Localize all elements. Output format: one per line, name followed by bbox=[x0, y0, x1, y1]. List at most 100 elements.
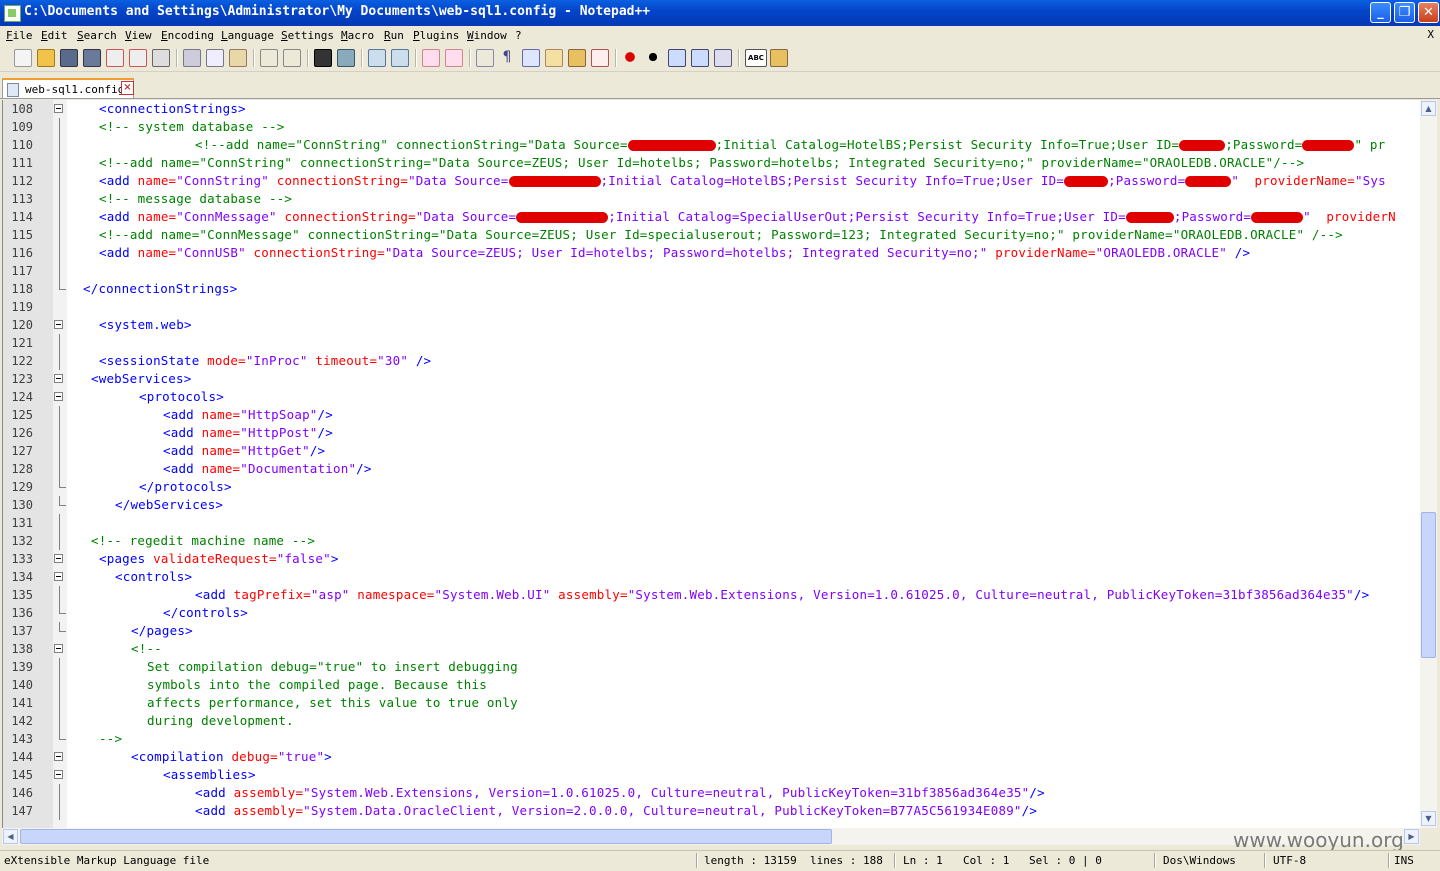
menu-language[interactable]: Language bbox=[221, 29, 274, 42]
run-macro-multiple-icon[interactable] bbox=[691, 49, 709, 67]
close-button[interactable]: ✕ bbox=[1418, 2, 1439, 23]
status-separator bbox=[894, 853, 896, 868]
status-eol-format[interactable]: Dos\Windows bbox=[1163, 854, 1236, 867]
code-line: 121 bbox=[3, 334, 1421, 352]
fold-toggle-icon[interactable] bbox=[54, 320, 63, 329]
word-wrap-icon[interactable] bbox=[476, 49, 494, 67]
document-map-icon[interactable] bbox=[568, 49, 586, 67]
fold-toggle-icon[interactable] bbox=[54, 104, 63, 113]
status-insert-mode[interactable]: INS bbox=[1394, 854, 1414, 867]
horizontal-scroll-thumb[interactable] bbox=[20, 829, 832, 844]
line-number: 110 bbox=[11, 138, 33, 152]
menu-window[interactable]: Window bbox=[467, 29, 507, 42]
indent-guide-icon[interactable] bbox=[522, 49, 540, 67]
undo-icon[interactable] bbox=[260, 49, 278, 67]
code-line: 117 bbox=[3, 262, 1421, 280]
code-attr: name= bbox=[137, 173, 177, 188]
menu-view[interactable]: View bbox=[125, 29, 152, 42]
code-attr: debug= bbox=[231, 749, 278, 764]
spell-check-icon[interactable]: ABC bbox=[745, 49, 767, 67]
tab-close-icon[interactable]: × bbox=[121, 81, 134, 95]
code-attr: mode= bbox=[207, 353, 246, 368]
close-file-icon[interactable] bbox=[106, 49, 124, 67]
print-icon[interactable] bbox=[152, 49, 170, 67]
plugin-icon[interactable] bbox=[770, 49, 788, 67]
menu-help[interactable]: ? bbox=[515, 29, 522, 42]
tab-web-sql1-config[interactable]: web-sql1.config × bbox=[2, 78, 134, 98]
close-all-icon[interactable] bbox=[129, 49, 147, 67]
code-line: 111 <!--add name="ConnString" connectionS… bbox=[3, 154, 1421, 172]
editor[interactable]: 108 <connectionStrings> 109 <!-- system da… bbox=[2, 100, 1421, 828]
maximize-button[interactable]: ❐ bbox=[1394, 2, 1415, 23]
menu-search[interactable]: Search bbox=[77, 29, 117, 42]
menu-settings[interactable]: Settings bbox=[281, 29, 334, 42]
window-title: C:\Documents and Settings\Administrator\… bbox=[24, 4, 651, 19]
code-comment: <!--add name="ConnString" connectionStri… bbox=[195, 137, 628, 152]
menu-macro[interactable]: Macro bbox=[341, 29, 374, 42]
code-value: "asp" bbox=[310, 587, 350, 602]
menu-run[interactable]: Run bbox=[384, 29, 404, 42]
line-number: 113 bbox=[11, 192, 33, 206]
paste-icon[interactable] bbox=[229, 49, 247, 67]
code-tag: > bbox=[330, 551, 339, 566]
line-number: 135 bbox=[11, 588, 33, 602]
code-tag: <add bbox=[99, 173, 130, 188]
code-line: 109 <!-- system database --> bbox=[3, 118, 1421, 136]
play-macro-icon[interactable] bbox=[668, 49, 686, 67]
fold-toggle-icon[interactable] bbox=[54, 374, 63, 383]
menu-plugins[interactable]: Plugins bbox=[413, 29, 459, 42]
scroll-left-icon[interactable]: ◀ bbox=[3, 829, 18, 844]
horizontal-scrollbar[interactable]: ◀ ▶ bbox=[2, 828, 1420, 845]
close-document-icon[interactable]: X bbox=[1427, 28, 1434, 41]
line-number: 138 bbox=[11, 642, 33, 656]
save-all-icon[interactable] bbox=[83, 49, 101, 67]
fold-toggle-icon[interactable] bbox=[54, 554, 63, 563]
find-icon[interactable] bbox=[314, 49, 332, 67]
copy-icon[interactable] bbox=[206, 49, 224, 67]
status-separator bbox=[1154, 853, 1156, 868]
menu-file[interactable]: File bbox=[6, 29, 33, 42]
user-defined-language-icon[interactable] bbox=[545, 49, 563, 67]
minimize-button[interactable]: _ bbox=[1370, 2, 1391, 23]
stop-macro-icon[interactable] bbox=[645, 49, 661, 65]
menu-edit[interactable]: Edit bbox=[41, 29, 68, 42]
new-file-icon[interactable] bbox=[14, 49, 32, 67]
code-value: "Data Source= bbox=[415, 209, 517, 224]
line-number: 145 bbox=[11, 768, 33, 782]
record-macro-icon[interactable] bbox=[622, 49, 638, 65]
code-value: "ORAOLEDB.ORACLE" bbox=[1095, 245, 1228, 260]
status-separator bbox=[1264, 853, 1266, 868]
open-file-icon[interactable] bbox=[37, 49, 55, 67]
save-macro-icon[interactable] bbox=[714, 49, 732, 67]
cut-icon[interactable] bbox=[183, 49, 201, 67]
fold-toggle-icon[interactable] bbox=[54, 770, 63, 779]
fold-toggle-icon[interactable] bbox=[54, 752, 63, 761]
redo-icon[interactable] bbox=[283, 49, 301, 67]
code-tag: <system.web> bbox=[99, 317, 192, 332]
code-attr: namespace= bbox=[357, 587, 435, 602]
fold-toggle-icon[interactable] bbox=[54, 392, 63, 401]
toolbar: ¶ ABC bbox=[0, 45, 1440, 72]
save-icon[interactable] bbox=[60, 49, 78, 67]
vertical-scroll-thumb[interactable] bbox=[1421, 512, 1436, 658]
code-line: 134 <controls> bbox=[3, 568, 1421, 586]
function-list-icon[interactable] bbox=[591, 49, 609, 67]
scroll-right-icon[interactable]: ▶ bbox=[1404, 829, 1419, 844]
zoom-in-icon[interactable] bbox=[368, 49, 386, 67]
code-value: "ConnMessage" bbox=[176, 209, 277, 224]
scroll-down-icon[interactable]: ▼ bbox=[1421, 811, 1436, 826]
zoom-out-icon[interactable] bbox=[391, 49, 409, 67]
vertical-scrollbar[interactable]: ▲ ▼ bbox=[1420, 100, 1437, 828]
sync-vertical-icon[interactable] bbox=[422, 49, 440, 67]
replace-icon[interactable] bbox=[337, 49, 355, 67]
scroll-up-icon[interactable]: ▲ bbox=[1421, 101, 1436, 116]
sync-horizontal-icon[interactable] bbox=[445, 49, 463, 67]
show-all-characters-icon[interactable]: ¶ bbox=[499, 49, 515, 65]
code-tag: > bbox=[324, 749, 332, 764]
code-line: 146 <add assembly="System.Web.Extensions,… bbox=[3, 784, 1421, 802]
code-line: 140 symbols into the compiled page. Becau… bbox=[3, 676, 1421, 694]
status-encoding[interactable]: UTF-8 bbox=[1273, 854, 1306, 867]
fold-toggle-icon[interactable] bbox=[54, 644, 63, 653]
menu-encoding[interactable]: Encoding bbox=[161, 29, 214, 42]
fold-toggle-icon[interactable] bbox=[54, 572, 63, 581]
